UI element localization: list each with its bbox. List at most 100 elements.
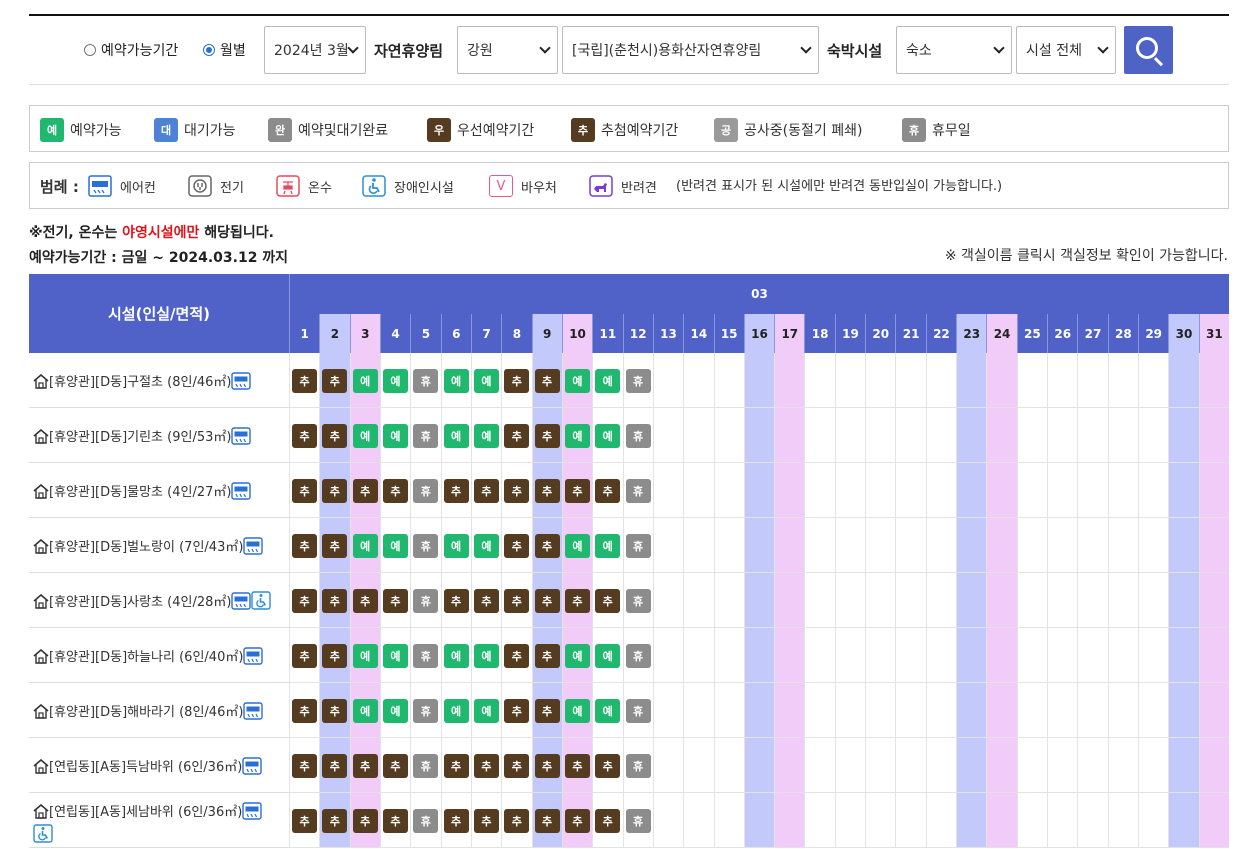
room-name-link[interactable]: [휴양관][D동]벌노랑이 (7인/43㎡)	[49, 540, 243, 555]
calendar-cell	[1198, 518, 1229, 573]
calendar-cell	[652, 463, 684, 518]
calendar-cell	[1198, 573, 1229, 628]
status-badge[interactable]: 예	[564, 534, 590, 558]
status-badge[interactable]: 예	[443, 644, 469, 668]
status-badge: 휴	[625, 589, 651, 613]
room-name-link[interactable]: [휴양관][D동]하늘나리 (6인/40㎡)	[49, 650, 243, 665]
status-badge[interactable]: 예	[382, 369, 408, 393]
calendar-cell: 예	[440, 683, 471, 738]
radio-icon[interactable]	[84, 44, 96, 56]
wheelchair-icon	[33, 824, 53, 847]
status-legend: 예 예약가능 대 대기가능 완 예약및대기완료 우 우선예약기간 추 추첨예약기간 공 공사중(동절기…	[29, 105, 1229, 152]
calendar-cell	[1016, 793, 1048, 848]
lodging-select[interactable]: 숙소	[896, 26, 1012, 74]
status-badge[interactable]: 예	[382, 699, 408, 723]
calendar-cell: 추	[592, 738, 623, 793]
calendar-cell	[986, 463, 1017, 518]
radio-monthly[interactable]: 월별	[203, 40, 246, 60]
status-badge: 추	[352, 754, 378, 778]
calendar-cell: 추	[470, 738, 502, 793]
room-name-link[interactable]: [연립동][A동]득남바위 (6인/36㎡)	[49, 760, 242, 775]
calendar-cell: 추	[349, 793, 380, 848]
calendar-cell	[1077, 683, 1108, 738]
status-badge[interactable]: 예	[352, 369, 378, 393]
status-badge[interactable]: 예	[595, 369, 621, 393]
status-badge[interactable]: 예	[352, 424, 378, 448]
status-badge[interactable]: 예	[382, 424, 408, 448]
status-badge[interactable]: 예	[595, 699, 621, 723]
calendar-cell: 휴	[410, 518, 441, 573]
status-badge: 추	[292, 589, 317, 613]
chevron-down-icon	[1097, 42, 1109, 54]
calendar-cell	[1198, 353, 1229, 408]
status-badge[interactable]: 예	[473, 699, 499, 723]
status-badge[interactable]: 예	[443, 424, 469, 448]
status-legend-item: 예 예약가능	[40, 118, 122, 142]
status-badge[interactable]: 예	[443, 534, 469, 558]
day-header: 26	[1047, 314, 1078, 353]
status-badge[interactable]: 예	[352, 699, 378, 723]
facility-select[interactable]: 시설 전체	[1016, 26, 1116, 74]
status-badge: 휴	[413, 424, 439, 448]
status-badge: 추	[564, 479, 590, 503]
status-badge[interactable]: 예	[564, 644, 590, 668]
calendar-cell	[834, 628, 866, 683]
calendar-cell: 추	[561, 793, 593, 848]
status-badge: 추	[504, 699, 530, 723]
status-badge: 추	[443, 754, 469, 778]
status-badge[interactable]: 예	[595, 644, 621, 668]
status-badge[interactable]: 예	[564, 699, 590, 723]
icon-legend: 범례 : 에어컨 전기 온수 장애인시설 V 바우처 반려견 (반려견 표시가 …	[29, 162, 1229, 209]
calendar-cell	[1168, 738, 1199, 793]
month-select[interactable]: 2024년 3월	[264, 26, 366, 74]
status-legend-label: 휴무일	[932, 123, 971, 139]
room-name-link[interactable]: [휴양관][D동]구절초 (8인/46㎡)	[49, 375, 231, 390]
room-name-link[interactable]: [연립동][A동]세남바위 (6인/36㎡)	[49, 805, 242, 820]
calendar-cell	[986, 573, 1017, 628]
calendar-cell	[925, 628, 957, 683]
calendar-cell	[986, 628, 1017, 683]
calendar-cell: 추	[501, 408, 532, 463]
room-name-link[interactable]: [휴양관][D동]기린초 (9인/53㎡)	[49, 430, 231, 445]
radio-available-period[interactable]: 예약가능기간	[84, 40, 178, 60]
status-badge[interactable]: 예	[473, 369, 499, 393]
status-badge[interactable]: 예	[473, 644, 499, 668]
status-badge[interactable]: 예	[473, 424, 499, 448]
room-name-link[interactable]: [휴양관][D동]해바라기 (8인/46㎡)	[49, 705, 243, 720]
calendar-cell	[1047, 683, 1078, 738]
status-badge: 휴	[413, 809, 439, 833]
status-badge[interactable]: 예	[382, 644, 408, 668]
calendar-cell	[986, 518, 1017, 573]
hotwater-icon	[276, 175, 300, 197]
calendar-cell	[1077, 793, 1108, 848]
calendar-cell	[895, 463, 926, 518]
status-badge: 추	[564, 589, 590, 613]
status-badge[interactable]: 예	[473, 534, 499, 558]
search-button[interactable]	[1124, 26, 1173, 74]
calendar-cell	[1168, 408, 1199, 463]
status-badge[interactable]: 예	[595, 534, 621, 558]
room-name-link[interactable]: [휴양관][D동]사랑초 (4인/28㎡)	[49, 595, 231, 610]
legend-pet-note: (반려견 표시가 된 시설에만 반려견 동반입실이 가능합니다.)	[676, 179, 1003, 194]
status-badge[interactable]: 예	[595, 424, 621, 448]
status-badge[interactable]: 예	[443, 369, 469, 393]
calendar-cell: 휴	[410, 628, 441, 683]
status-badge: 휴	[625, 644, 651, 668]
status-badge[interactable]: 예	[443, 699, 469, 723]
calendar-cell: 추	[319, 518, 350, 573]
status-badge[interactable]: 예	[352, 534, 378, 558]
radio-checked-icon[interactable]	[203, 44, 215, 56]
status-badge[interactable]: 예	[382, 534, 408, 558]
status-badge[interactable]: 예	[564, 369, 590, 393]
forest-select[interactable]: [국립](춘천시)용화산자연휴양림	[562, 26, 819, 74]
calendar-cell: 예	[561, 408, 593, 463]
room-name-link[interactable]: [휴양관][D동]물망초 (4인/27㎡)	[49, 485, 231, 500]
status-badge[interactable]: 예	[352, 644, 378, 668]
calendar-cell: 휴	[410, 683, 441, 738]
electric-icon	[188, 175, 212, 197]
calendar-cell	[1168, 573, 1199, 628]
region-select[interactable]: 강원	[457, 26, 558, 74]
calendar-cell	[713, 573, 744, 628]
calendar-cell	[1016, 463, 1048, 518]
status-badge[interactable]: 예	[564, 424, 590, 448]
